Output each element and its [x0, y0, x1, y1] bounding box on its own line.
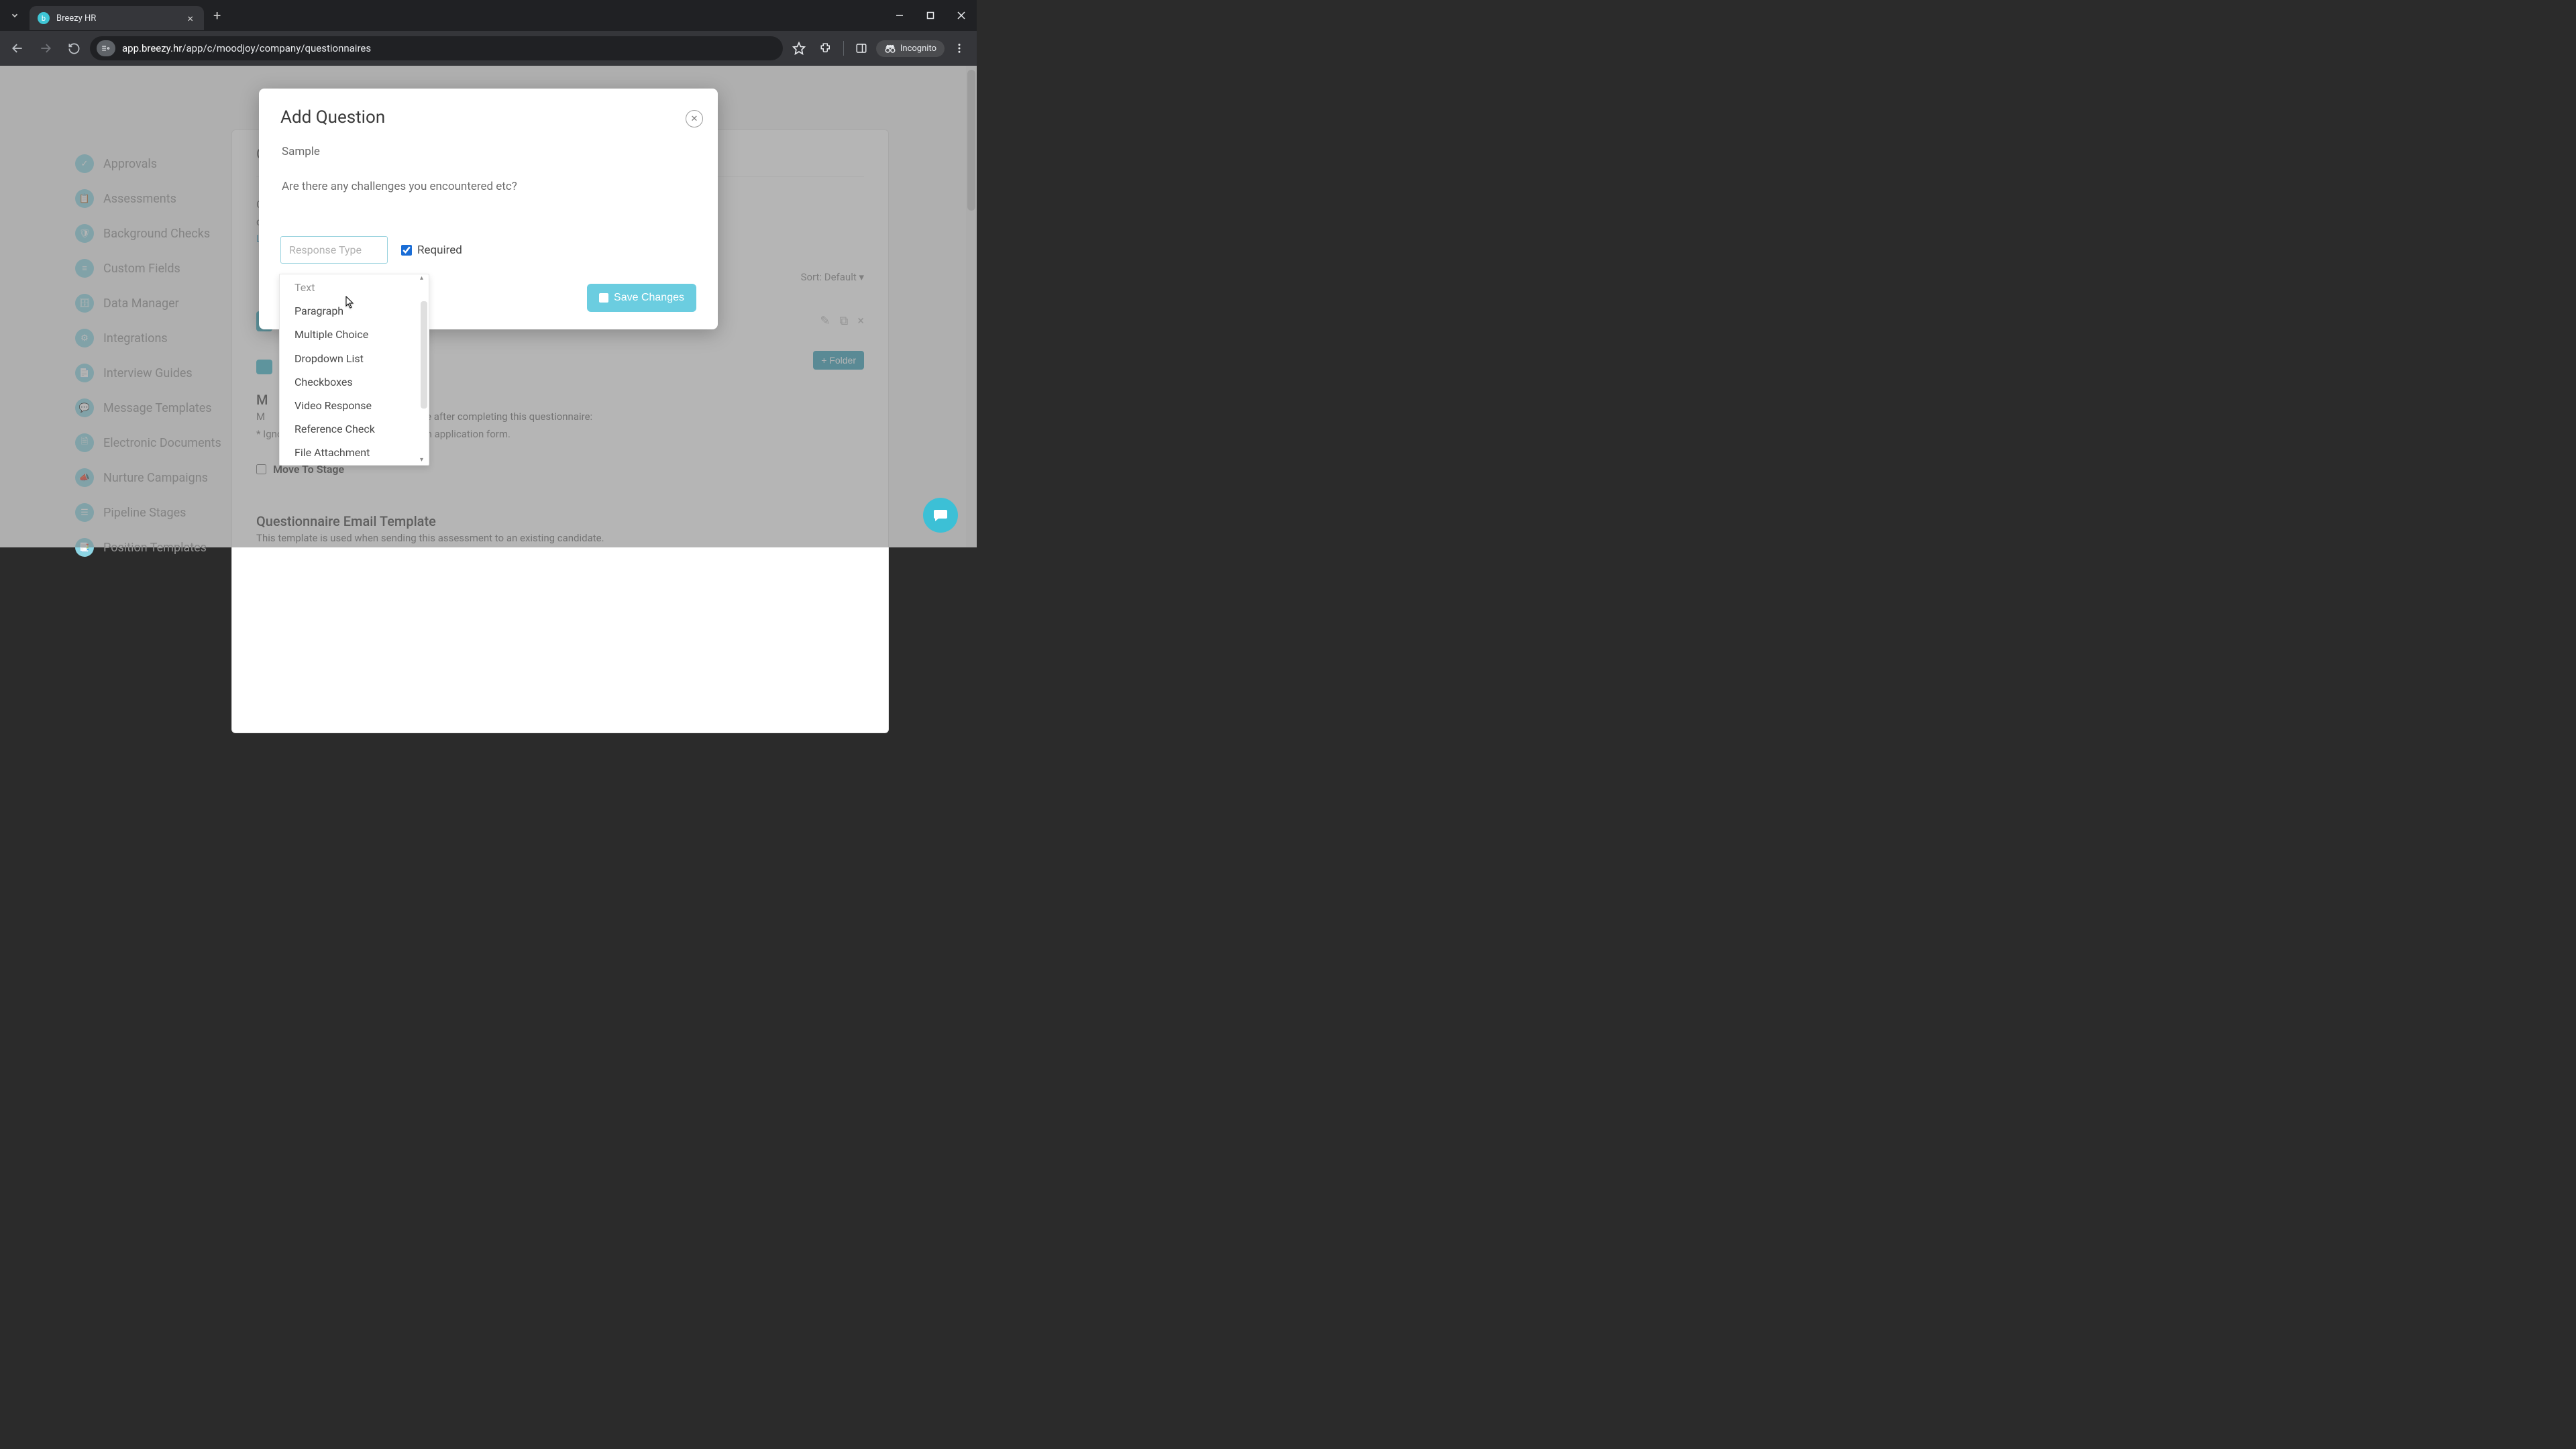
url-text: app.breezy.hr/app/c/moodjoy/company/ques…: [122, 42, 371, 54]
url-bar[interactable]: app.breezy.hr/app/c/moodjoy/company/ques…: [90, 36, 783, 60]
response-type-select[interactable]: Response Type: [280, 236, 388, 264]
dropdown-option-file-attachment[interactable]: File Attachment: [280, 441, 429, 464]
dropdown-option-paragraph[interactable]: Paragraph: [280, 299, 429, 323]
dropdown-option-multiple-choice[interactable]: Multiple Choice: [280, 323, 429, 346]
dropdown-option-reference-check[interactable]: Reference Check: [280, 417, 429, 441]
dropdown-scroll-down-icon[interactable]: ▾: [420, 456, 423, 464]
tab-title: Breezy HR: [56, 13, 184, 23]
modal-close-button[interactable]: ✕: [686, 110, 703, 127]
modal-title: Add Question: [280, 107, 696, 127]
browser-menu-icon[interactable]: [947, 36, 971, 60]
browser-tab[interactable]: b Breezy HR ×: [30, 6, 204, 30]
dropdown-option-video-response[interactable]: Video Response: [280, 394, 429, 417]
site-info-icon[interactable]: [97, 40, 115, 56]
nav-reload-icon[interactable]: [62, 36, 86, 60]
intercom-chat-button[interactable]: [923, 498, 958, 533]
required-label: Required: [417, 244, 462, 257]
window-minimize-icon[interactable]: [884, 0, 915, 31]
question-label-input[interactable]: Sample: [280, 142, 696, 161]
tab-favicon: b: [38, 12, 50, 24]
save-button-label: Save Changes: [614, 292, 684, 304]
tab-close-icon[interactable]: ×: [184, 12, 196, 25]
dropdown-option-checkboxes[interactable]: Checkboxes: [280, 370, 429, 394]
bookmark-star-icon[interactable]: [787, 36, 811, 60]
incognito-badge[interactable]: Incognito: [876, 40, 945, 57]
question-text-input[interactable]: Are there any challenges you encountered…: [280, 177, 696, 196]
nav-forward-icon[interactable]: [34, 36, 58, 60]
window-close-icon[interactable]: [946, 0, 977, 31]
side-panel-icon[interactable]: [849, 36, 873, 60]
nav-back-icon[interactable]: [5, 36, 30, 60]
dropdown-option-dropdown-list[interactable]: Dropdown List: [280, 347, 429, 370]
incognito-label: Incognito: [900, 44, 936, 54]
toolbar-separator: [843, 41, 844, 56]
save-icon: [599, 293, 608, 303]
dropdown-scrollbar[interactable]: [421, 301, 427, 409]
dropdown-option-text[interactable]: Text: [280, 278, 429, 299]
response-type-placeholder: Response Type: [289, 244, 362, 256]
response-type-dropdown: ▴ Text Paragraph Multiple Choice Dropdow…: [279, 274, 429, 466]
save-changes-button[interactable]: Save Changes: [587, 284, 696, 312]
tab-search-dropdown[interactable]: [0, 0, 30, 31]
window-maximize-icon[interactable]: [915, 0, 946, 31]
new-tab-button[interactable]: +: [204, 7, 230, 23]
extensions-icon[interactable]: [814, 36, 838, 60]
required-checkbox[interactable]: [401, 245, 412, 256]
